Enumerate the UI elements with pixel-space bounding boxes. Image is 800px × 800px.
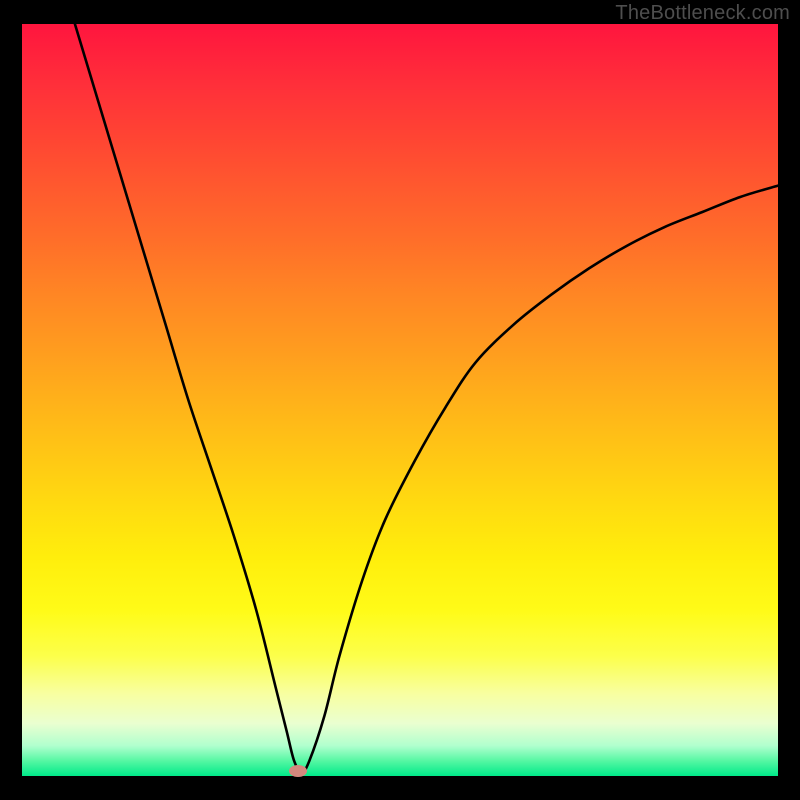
bottleneck-curve (75, 24, 778, 772)
plot-area (22, 24, 778, 776)
watermark-text: TheBottleneck.com (615, 2, 790, 25)
chart-frame: TheBottleneck.com (0, 0, 800, 800)
minimum-marker (289, 765, 307, 777)
curve-svg (22, 24, 778, 776)
